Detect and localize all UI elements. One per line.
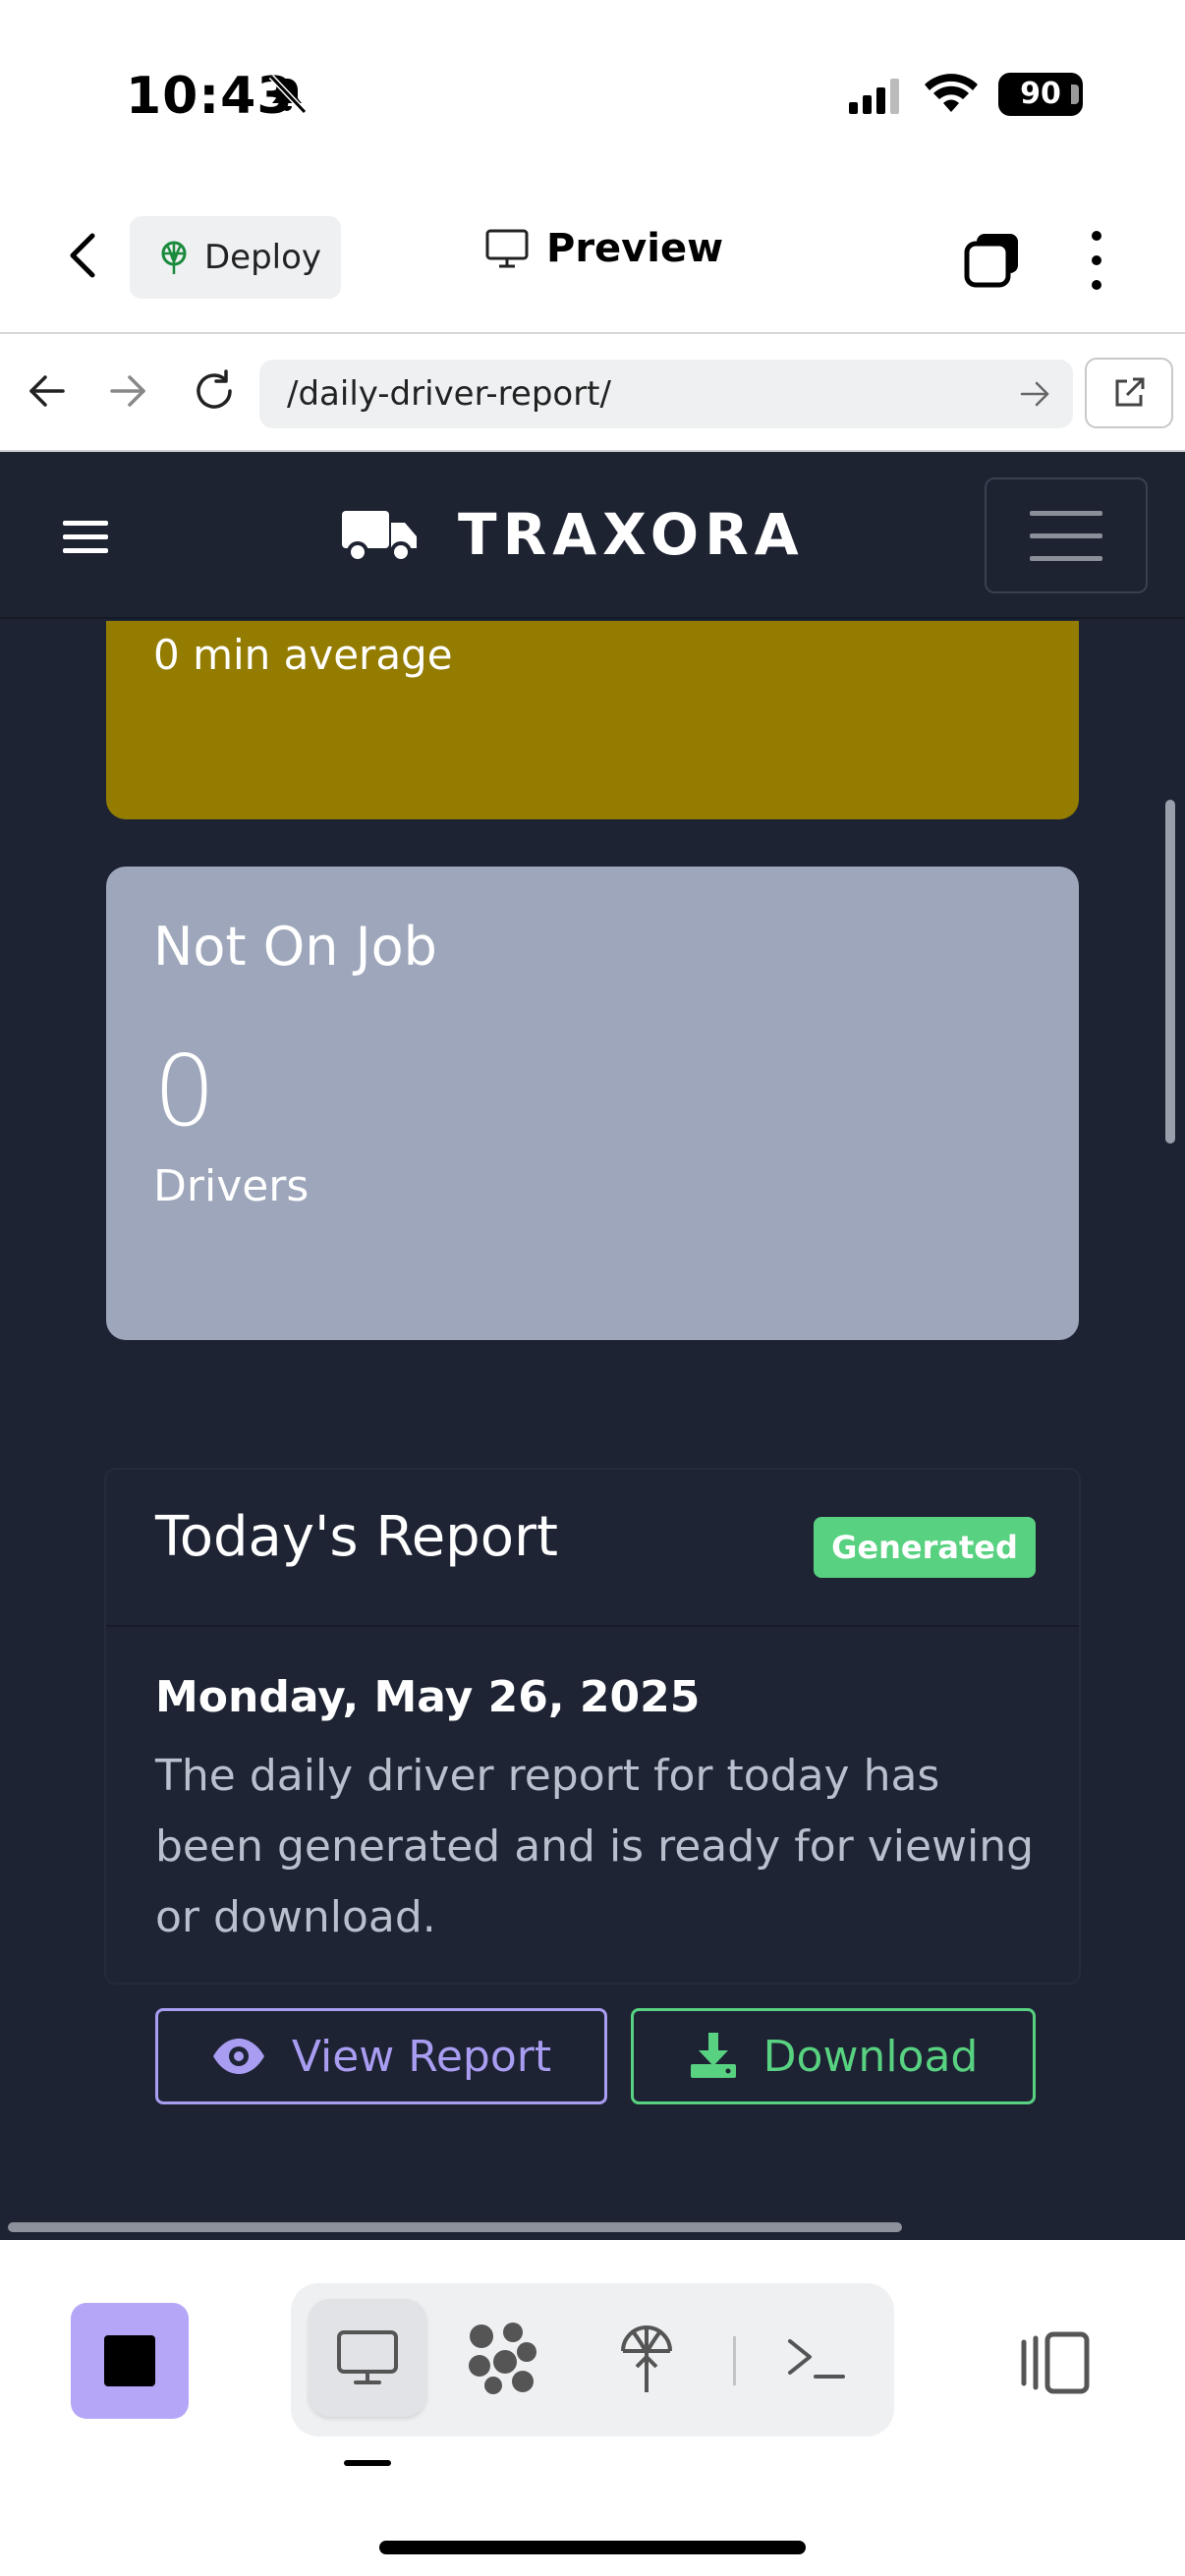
panels-icon[interactable] bbox=[1016, 2328, 1095, 2397]
toolbar-divider bbox=[733, 2336, 736, 2385]
deploy-button[interactable]: Deploy bbox=[130, 216, 341, 299]
chevron-left-icon[interactable] bbox=[63, 226, 102, 285]
wait-subtitle: 0 min average bbox=[153, 631, 453, 679]
open-external-button[interactable] bbox=[1085, 358, 1173, 428]
tabs-icon[interactable] bbox=[963, 230, 1022, 289]
terminal-icon bbox=[788, 2339, 845, 2379]
navbar-toggler-icon[interactable] bbox=[985, 477, 1148, 593]
deploy-icon bbox=[161, 241, 187, 274]
truck-icon bbox=[342, 511, 417, 563]
download-button[interactable]: Download bbox=[631, 2008, 1036, 2104]
open-external-icon bbox=[1115, 377, 1145, 407]
site-navbar: TRAXORA bbox=[0, 452, 1185, 619]
reload-icon[interactable] bbox=[191, 367, 238, 415]
card-label: Drivers bbox=[153, 1161, 310, 1211]
report-description: The daily driver report for today has be… bbox=[155, 1751, 1035, 1942]
report-title: Today's Report bbox=[155, 1505, 558, 1569]
card-value: 0 bbox=[153, 1034, 216, 1148]
download-label: Download bbox=[762, 2031, 979, 2082]
not-on-job-card: Not On Job 0 Drivers bbox=[106, 867, 1079, 1340]
horizontal-scrollbar[interactable] bbox=[8, 2222, 902, 2232]
view-report-button[interactable]: View Report bbox=[155, 2008, 607, 2104]
deploy-icon bbox=[621, 2325, 672, 2392]
preview-title: Preview bbox=[485, 226, 723, 271]
browser-bar: /daily-driver-report/ bbox=[0, 334, 1185, 452]
bell-slash-icon bbox=[268, 74, 308, 115]
card-title: Not On Job bbox=[153, 916, 437, 978]
arrow-left-icon[interactable] bbox=[26, 369, 69, 413]
deploy-tool-button[interactable] bbox=[607, 2319, 686, 2397]
eye-icon bbox=[212, 2039, 264, 2074]
bottom-toolbar bbox=[0, 2240, 1185, 2576]
brand-name: TRAXORA bbox=[458, 501, 805, 568]
stop-icon bbox=[104, 2335, 155, 2386]
terminal-tool-button[interactable] bbox=[776, 2319, 855, 2397]
preview-label: Preview bbox=[546, 226, 724, 271]
hamburger-icon[interactable] bbox=[63, 519, 108, 556]
monitor-icon bbox=[485, 229, 529, 268]
status-bar: 10:43 90 bbox=[0, 0, 1185, 187]
view-report-label: View Report bbox=[291, 2031, 552, 2082]
vertical-scrollbar[interactable] bbox=[1165, 800, 1175, 1144]
home-indicator[interactable] bbox=[379, 2541, 806, 2554]
stop-button[interactable] bbox=[71, 2303, 189, 2419]
battery-cap bbox=[1071, 84, 1079, 104]
preview-tool-button[interactable] bbox=[309, 2299, 426, 2417]
nodes-icon bbox=[469, 2323, 536, 2394]
monitor-icon bbox=[337, 2330, 398, 2384]
deploy-label: Deploy bbox=[204, 238, 322, 277]
report-header: Today's Report Generated bbox=[106, 1470, 1079, 1627]
url-field[interactable]: /daily-driver-report/ bbox=[259, 360, 1073, 428]
go-arrow-icon[interactable] bbox=[1018, 377, 1051, 411]
kebab-icon[interactable] bbox=[1077, 228, 1116, 293]
nodes-tool-button[interactable] bbox=[464, 2319, 542, 2397]
status-badge: Generated bbox=[814, 1517, 1036, 1578]
page-content: 0 min average Not On Job 0 Drivers Today… bbox=[0, 621, 1185, 2240]
wait-time-card: 0 min average bbox=[106, 621, 1079, 819]
active-tool-indicator bbox=[344, 2460, 391, 2466]
download-icon bbox=[690, 2033, 736, 2078]
app-topbar: Deploy Preview bbox=[0, 187, 1185, 334]
signal-icon bbox=[849, 79, 899, 114]
brand[interactable]: TRAXORA bbox=[342, 501, 805, 568]
report-date: Monday, May 26, 2025 bbox=[155, 1672, 701, 1722]
arrow-right-icon[interactable] bbox=[106, 369, 149, 413]
tool-group bbox=[291, 2283, 894, 2436]
todays-report-card: Today's Report Generated Monday, May 26,… bbox=[104, 1468, 1081, 2104]
wifi-icon bbox=[925, 74, 978, 112]
